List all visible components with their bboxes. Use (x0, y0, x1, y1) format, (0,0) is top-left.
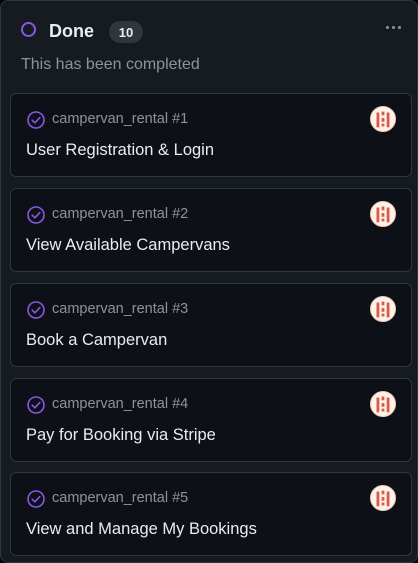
status-circle-icon (21, 22, 36, 37)
identicon-avatar-icon (376, 396, 390, 413)
assignee-avatar[interactable] (370, 485, 396, 511)
issue-closed-icon (27, 396, 45, 414)
assignee-avatar[interactable] (370, 106, 396, 132)
issue-closed-icon (27, 206, 45, 224)
card-title[interactable]: User Registration & Login (26, 141, 214, 160)
issue-closed-icon (27, 301, 45, 319)
identicon-avatar-icon (376, 206, 390, 223)
project-card[interactable]: campervan_rental #5 View and Manage My B… (10, 472, 412, 556)
card-reference: campervan_rental #3 (52, 301, 189, 317)
card-reference: campervan_rental #4 (52, 396, 189, 412)
more-dot-icon (385, 25, 389, 29)
card-title[interactable]: Book a Campervan (26, 331, 167, 350)
column-title: Done (49, 21, 94, 41)
project-card[interactable]: campervan_rental #1 User Registration & … (10, 93, 412, 177)
project-card[interactable]: campervan_rental #4 Pay for Booking via … (10, 378, 412, 462)
assignee-avatar[interactable] (370, 201, 396, 227)
more-dot-icon (391, 25, 395, 29)
card-reference: campervan_rental #5 (52, 490, 189, 506)
column-description: This has been completed (21, 56, 200, 73)
card-title[interactable]: View Available Campervans (26, 236, 230, 255)
project-card[interactable]: campervan_rental #2 View Available Campe… (10, 188, 412, 272)
identicon-avatar-icon (376, 301, 390, 318)
issue-closed-icon (27, 111, 45, 129)
card-title[interactable]: Pay for Booking via Stripe (26, 426, 216, 445)
board-column-done: Done 10 This has been completed camperva… (0, 0, 418, 563)
project-card[interactable]: campervan_rental #3 Book a Campervan (10, 283, 412, 367)
more-dot-icon (397, 25, 401, 29)
item-count-badge: 10 (109, 21, 143, 43)
assignee-avatar[interactable] (370, 296, 396, 322)
card-title[interactable]: View and Manage My Bookings (26, 520, 257, 539)
identicon-avatar-icon (376, 490, 390, 507)
card-reference: campervan_rental #2 (52, 206, 189, 222)
card-reference: campervan_rental #1 (52, 111, 189, 127)
assignee-avatar[interactable] (370, 391, 396, 417)
column-menu-button[interactable] (379, 15, 407, 39)
column-header: Done 10 This has been completed (1, 1, 417, 81)
issue-closed-icon (27, 490, 45, 508)
identicon-avatar-icon (376, 111, 390, 128)
